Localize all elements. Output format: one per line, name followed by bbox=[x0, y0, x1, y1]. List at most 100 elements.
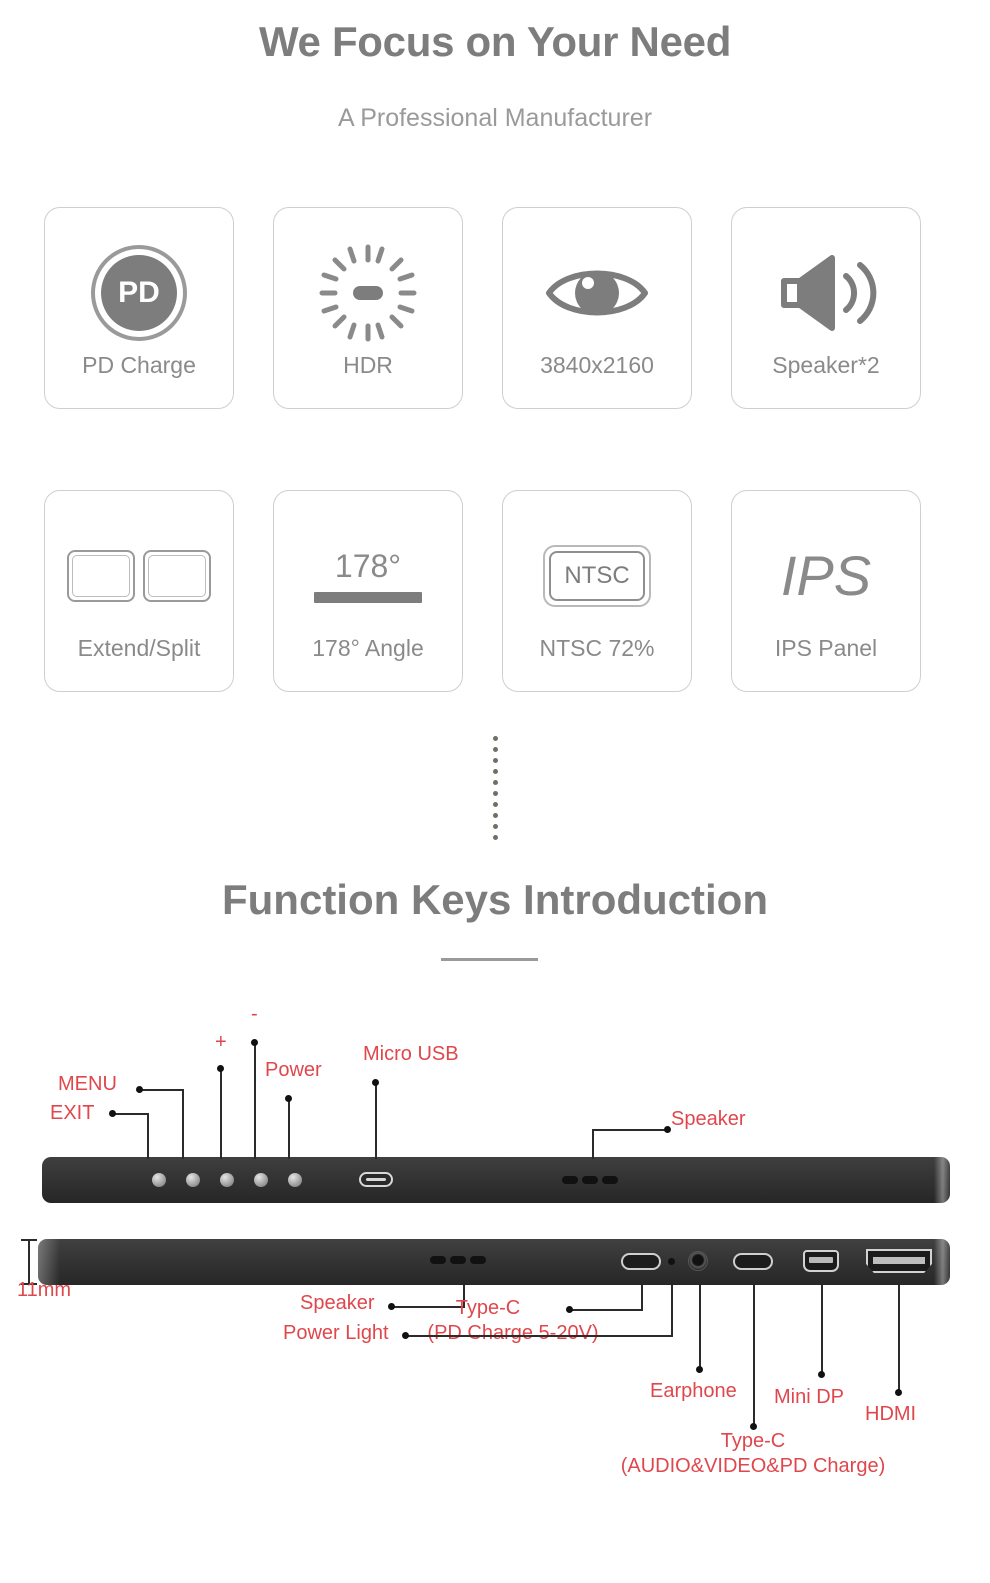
device-port-mini-dp bbox=[803, 1250, 839, 1272]
leader-nub-exit bbox=[109, 1110, 116, 1117]
device-speaker-slot bbox=[470, 1256, 486, 1264]
callout-speaker-top: Speaker bbox=[671, 1108, 746, 1130]
dotted-separator bbox=[0, 736, 990, 840]
angle-bar bbox=[314, 591, 422, 603]
leader-menu-h bbox=[139, 1089, 183, 1091]
leader-power bbox=[288, 1098, 290, 1159]
device-button-exit[interactable] bbox=[152, 1173, 166, 1187]
device-speaker-slot bbox=[582, 1176, 598, 1184]
angle-icon-text: 178° bbox=[334, 547, 402, 584]
leader-typec-av bbox=[753, 1285, 755, 1426]
feature-label: PD Charge bbox=[82, 352, 196, 379]
device-button-plus[interactable] bbox=[220, 1173, 234, 1187]
brightness-sun-icon bbox=[316, 237, 420, 349]
feature-card-resolution[interactable]: 3840x2160 bbox=[502, 207, 692, 409]
device-speaker-slot bbox=[562, 1176, 578, 1184]
product-feature-page: We Focus on Your Need A Professional Man… bbox=[0, 0, 990, 1583]
leader-nub-micro-usb bbox=[372, 1079, 379, 1086]
callout-typec-pd-line1: Type-C bbox=[455, 1297, 521, 1319]
ips-icon: IPS bbox=[781, 520, 871, 632]
leader-plus bbox=[220, 1068, 222, 1159]
leader-nub-speaker-top bbox=[664, 1126, 671, 1133]
callout-micro-usb: Micro USB bbox=[363, 1043, 459, 1065]
device-port-typec-av bbox=[733, 1253, 773, 1270]
feature-card-extend-split[interactable]: Extend/Split bbox=[44, 490, 234, 692]
page-title: We Focus on Your Need bbox=[258, 18, 732, 65]
viewing-angle-icon: 178° bbox=[314, 520, 422, 632]
thickness-cap-top bbox=[21, 1239, 37, 1241]
leader-nub-power bbox=[285, 1095, 292, 1102]
feature-grid: PD PD Charge HDR 3840x2160 Speaker*2 Ext… bbox=[44, 207, 944, 773]
section-title-underline bbox=[441, 958, 538, 961]
leader-speaker-top-v bbox=[592, 1129, 594, 1159]
leader-nub-power-light bbox=[402, 1332, 409, 1339]
leader-nub-plus bbox=[217, 1065, 224, 1072]
leader-typec-pd-h bbox=[570, 1309, 643, 1311]
feature-card-viewing-angle[interactable]: 178° 178° Angle bbox=[273, 490, 463, 692]
callout-plus: + bbox=[215, 1031, 227, 1053]
leader-nub-typec-av bbox=[750, 1423, 757, 1430]
callout-speaker-bottom: Speaker bbox=[300, 1292, 375, 1314]
pd-charge-icon: PD bbox=[91, 237, 187, 349]
feature-row-2: Extend/Split 178° 178° Angle NTSC NTSC 7… bbox=[44, 490, 944, 692]
device-speaker-slot bbox=[450, 1256, 466, 1264]
device-port-typec-pd bbox=[621, 1253, 661, 1270]
leader-menu-v bbox=[182, 1089, 184, 1159]
ntsc-icon-text: NTSC bbox=[549, 551, 645, 602]
leader-micro-usb bbox=[375, 1082, 377, 1159]
device-button-menu[interactable] bbox=[186, 1173, 200, 1187]
leader-exit-v bbox=[147, 1113, 149, 1159]
device-button-minus[interactable] bbox=[254, 1173, 268, 1187]
callout-power: Power bbox=[265, 1059, 322, 1081]
feature-label: NTSC 72% bbox=[539, 635, 655, 662]
callout-hdmi: HDMI bbox=[865, 1403, 917, 1425]
callout-typec-pd-line2: (PD Charge 5-20V) bbox=[427, 1322, 599, 1344]
feature-row-1: PD PD Charge HDR 3840x2160 Speaker*2 bbox=[44, 207, 944, 409]
callout-power-light: Power Light bbox=[283, 1322, 389, 1344]
device-button-power[interactable] bbox=[288, 1173, 302, 1187]
speaker-icon bbox=[774, 237, 878, 349]
leader-nub-hdmi bbox=[895, 1389, 902, 1396]
feature-label: Extend/Split bbox=[77, 635, 201, 662]
feature-card-ips[interactable]: IPS IPS Panel bbox=[731, 490, 921, 692]
feature-label: 3840x2160 bbox=[540, 352, 654, 379]
leader-hdmi bbox=[898, 1285, 900, 1392]
feature-label: HDR bbox=[343, 352, 393, 379]
leader-nub-earphone bbox=[696, 1366, 703, 1373]
leader-nub-mini-dp bbox=[818, 1371, 825, 1378]
device-top-edge bbox=[42, 1157, 950, 1203]
callout-earphone: Earphone bbox=[650, 1380, 737, 1402]
section-title-function-keys: Function Keys Introduction bbox=[222, 876, 768, 923]
pd-icon-text: PD bbox=[101, 255, 177, 332]
callout-typec-av-line2: (AUDIO&VIDEO&PD Charge) bbox=[620, 1455, 886, 1477]
callout-mini-dp: Mini DP bbox=[774, 1386, 845, 1408]
leader-exit-h bbox=[112, 1113, 148, 1115]
leader-typec-pd-v bbox=[641, 1285, 643, 1310]
callout-menu: MENU bbox=[58, 1073, 117, 1095]
leader-power-light-h bbox=[406, 1335, 673, 1337]
feature-card-pd-charge[interactable]: PD PD Charge bbox=[44, 207, 234, 409]
device-port-micro-usb bbox=[359, 1172, 393, 1187]
eye-icon bbox=[543, 237, 651, 349]
leader-mini-dp bbox=[821, 1285, 823, 1374]
feature-label: Speaker*2 bbox=[772, 352, 880, 379]
feature-label: 178° Angle bbox=[312, 635, 424, 662]
callout-exit: EXIT bbox=[50, 1102, 95, 1124]
thickness-label: 11mm bbox=[17, 1279, 72, 1301]
device-speaker-slot bbox=[602, 1176, 618, 1184]
dual-screen-icon bbox=[67, 520, 211, 632]
leader-nub-menu bbox=[136, 1086, 143, 1093]
leader-nub-typec-pd bbox=[566, 1306, 573, 1313]
device-power-light bbox=[668, 1258, 675, 1265]
page-subtitle: A Professional Manufacturer bbox=[337, 104, 653, 132]
leader-earphone bbox=[699, 1285, 701, 1369]
callout-typec-av-line1: Type-C bbox=[720, 1430, 786, 1452]
feature-label: IPS Panel bbox=[774, 635, 878, 662]
feature-card-ntsc[interactable]: NTSC NTSC 72% bbox=[502, 490, 692, 692]
callout-minus: - bbox=[251, 1003, 258, 1025]
ntsc-icon: NTSC bbox=[543, 520, 651, 632]
leader-nub-minus bbox=[251, 1039, 258, 1046]
device-port-earphone bbox=[688, 1251, 708, 1271]
feature-card-hdr[interactable]: HDR bbox=[273, 207, 463, 409]
feature-card-speaker[interactable]: Speaker*2 bbox=[731, 207, 921, 409]
